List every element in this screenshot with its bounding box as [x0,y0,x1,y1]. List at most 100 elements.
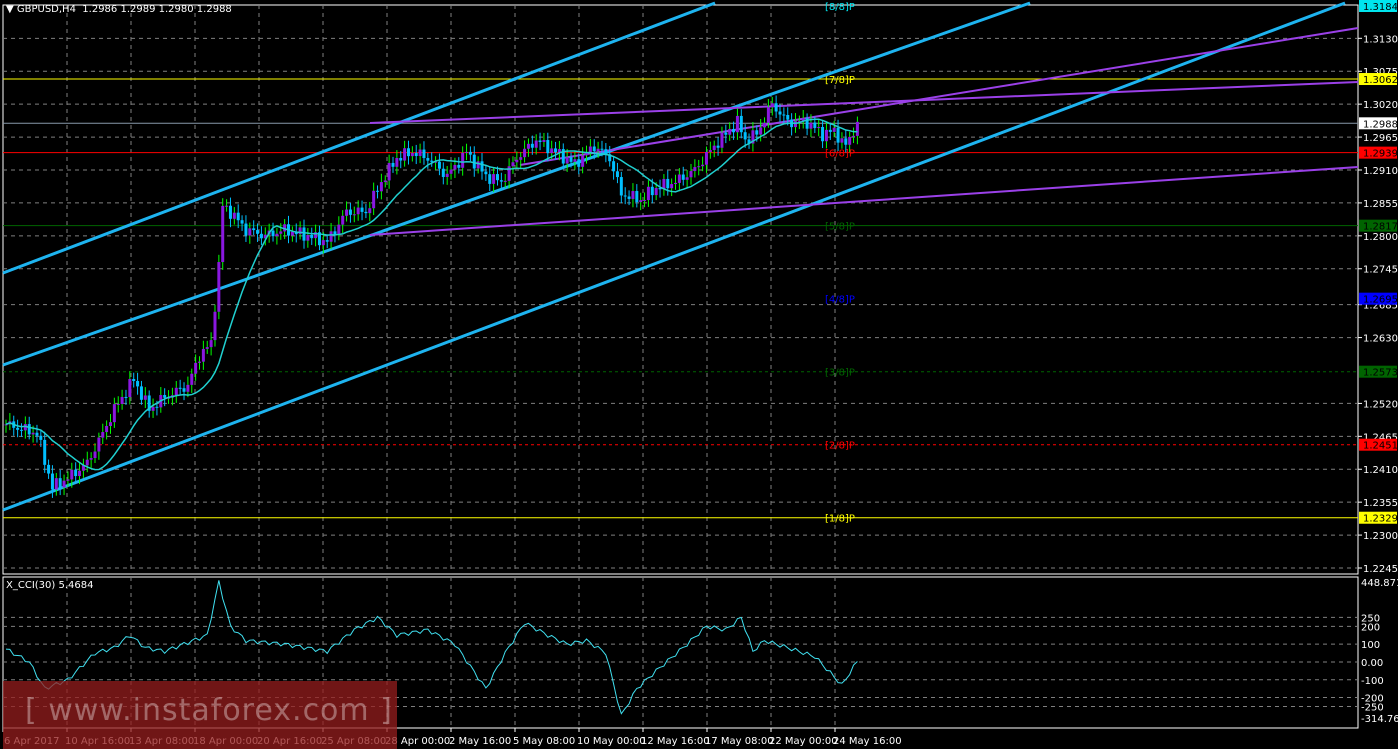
candle-body [213,311,217,341]
candle-body [27,424,31,435]
murrey-label: [4/8]P [825,295,855,306]
candle-body [836,127,840,143]
time-label: 22 May 00:00 [769,736,838,747]
candle-body [101,432,105,438]
candle-body [495,174,499,181]
candle-body [639,200,643,203]
candle-body [275,233,279,237]
candle-body [538,140,542,142]
trend-line [519,27,1359,166]
candle-body [391,162,395,167]
candle-body [492,174,496,184]
level-badge-label: 1.2329 [1363,514,1398,525]
candle-body [461,152,465,168]
level-badge-label: 1.2817 [1363,222,1398,233]
candle-body [209,340,213,348]
candle-body [852,135,856,137]
time-label: 2 May 16:00 [449,736,511,747]
candle-body [198,361,201,363]
candle-body [840,138,844,143]
trend-line [369,81,1359,124]
candle-body [615,171,619,178]
candle-body [441,168,445,177]
candle-body [310,234,314,239]
candle-body [592,146,596,152]
candle-body [70,469,74,480]
candle-body [395,158,399,167]
candle-body [681,174,685,180]
price-label: 1.2300 [1363,531,1398,542]
level-badge-label: 1.2573 [1363,368,1398,379]
candle-body [321,240,325,246]
watermark: [ www.instaforex.com ] [3,681,397,749]
price-label: 1.2520 [1363,399,1398,410]
candle-body [739,115,743,133]
candle-body [654,187,658,196]
candle-body [399,158,403,161]
candle-body [174,387,178,396]
candle-body [383,180,387,183]
candle-body [186,384,190,392]
candle-body [824,129,828,142]
candle-body [600,148,604,150]
cci-title: X_CCI(30) 5.4684 [6,580,94,591]
candle-body [426,158,430,161]
candle-body [523,148,527,158]
candle-body [352,214,356,216]
candle-body [612,161,616,172]
candle-body [650,186,654,196]
candle-body [573,159,577,162]
price-chart[interactable]: 6 Apr 201710 Apr 16:0013 Apr 08:0018 Apr… [0,0,1398,749]
moving-average-line [5,118,858,471]
candle-body [19,429,23,431]
candle-body [619,177,623,196]
candle-body [480,161,484,172]
candle-body [194,362,198,374]
candle-body [763,122,767,128]
candle-body [418,149,422,157]
candle-body [689,171,693,178]
candle-body [701,164,705,167]
candle-body [821,126,825,142]
time-label: 24 May 16:00 [833,736,902,747]
candle-body [78,470,82,477]
murrey-label: [3/8]P [825,368,855,379]
candle-body [178,387,182,389]
candle-body [596,148,600,152]
candle-body [666,178,670,189]
candle-body [54,478,58,490]
candle-body [302,227,306,241]
candle-body [832,127,836,132]
candle-body [855,121,859,136]
murrey-label: [1/8]P [825,514,855,525]
candle-body [74,469,78,477]
candle-body [163,395,167,398]
candle-body [782,114,786,116]
cci-axis-label: 200 [1361,622,1380,633]
candle-body [414,152,418,157]
time-label: 10 May 00:00 [577,736,646,747]
candle-body [499,180,503,182]
candle-body [97,437,101,452]
candle-body [201,348,205,362]
candle-body [47,464,51,474]
candle-body [271,230,275,237]
candle-body [519,157,523,160]
candle-body [364,211,368,214]
murrey-label: [8/8]P [825,2,855,13]
candle-body [306,234,310,241]
candle-body [693,167,697,172]
candle-body [465,151,469,153]
candle-body [728,129,732,135]
candle-body [534,140,538,148]
candle-body [124,396,128,398]
candle-body [341,215,345,225]
candle-body [151,406,155,411]
candle-body [259,233,263,239]
candle-body [708,150,712,152]
candle-body [526,143,530,149]
candle-body [530,143,534,148]
candle-body [221,205,225,263]
candle-body [581,155,585,167]
cci-axis-label: -250 [1361,702,1384,713]
